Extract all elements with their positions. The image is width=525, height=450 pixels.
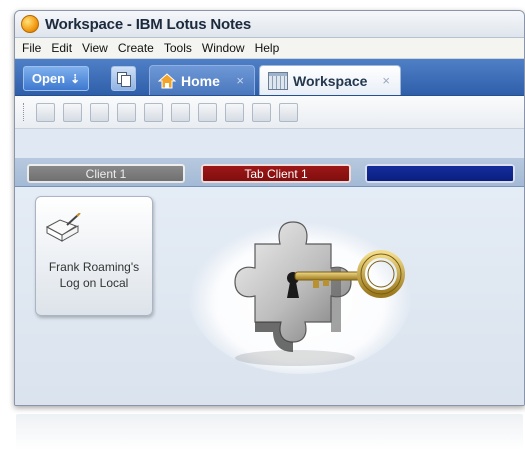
open-book-icon [44, 212, 84, 248]
menu-view[interactable]: View [79, 41, 115, 55]
workspace-tabs: Client 1 Tab Client 1 [15, 158, 524, 187]
lotus-notes-icon [21, 15, 39, 33]
database-title: Frank Roaming's Log on Local [38, 259, 150, 291]
contacts-icon[interactable] [90, 102, 109, 122]
refresh-icon[interactable] [279, 102, 298, 122]
new-memo-icon[interactable] [36, 102, 55, 122]
tab-workspace[interactable]: Workspace × [259, 65, 401, 95]
bookmark-icon[interactable] [252, 102, 271, 122]
home-toolbar-icon[interactable] [144, 102, 163, 122]
tab-workspace-label: Workspace [293, 72, 368, 89]
replication-icon[interactable] [171, 102, 190, 122]
calendar-icon[interactable] [63, 102, 82, 122]
open-button-label: Open [31, 71, 66, 86]
workspace-tab-client-1[interactable]: Client 1 [27, 164, 185, 183]
window-title: Workspace - IBM Lotus Notes [45, 15, 252, 33]
puzzle-key-icon [185, 186, 425, 381]
title-bar[interactable]: Workspace - IBM Lotus Notes [15, 11, 524, 38]
search-icon[interactable] [198, 102, 217, 122]
app-window: Workspace - IBM Lotus Notes File Edit Vi… [14, 10, 525, 406]
database-title-line-2: Log on Local [59, 276, 129, 290]
toolbar [15, 96, 524, 129]
menu-window[interactable]: Window [199, 41, 252, 55]
database-tile[interactable]: Frank Roaming's Log on Local [35, 196, 153, 316]
windows-list-icon[interactable] [111, 66, 136, 91]
menu-bar: File Edit View Create Tools Window Help [15, 38, 524, 59]
window-tab-strip: Open ⇣ Home × Workspace × [15, 59, 524, 96]
menu-help[interactable]: Help [252, 41, 287, 55]
tab-home[interactable]: Home × [149, 65, 255, 95]
open-button[interactable]: Open ⇣ [23, 66, 89, 91]
arrow-down-icon: ⇣ [70, 71, 81, 86]
menu-file[interactable]: File [19, 41, 48, 55]
menu-create[interactable]: Create [115, 41, 161, 55]
tab-home-label: Home [181, 72, 220, 89]
window-reflection [16, 414, 523, 450]
workspace-grid-icon [268, 71, 288, 90]
workspace-area: Client 1 Tab Client 1 Frank Roaming's Lo… [15, 158, 524, 405]
database-icon[interactable] [225, 102, 244, 122]
menu-edit[interactable]: Edit [48, 41, 79, 55]
tasks-icon[interactable] [117, 102, 136, 122]
close-icon[interactable]: × [236, 73, 244, 88]
database-title-line-1: Frank Roaming's [48, 260, 140, 274]
menu-tools[interactable]: Tools [161, 41, 199, 55]
close-icon[interactable]: × [382, 73, 390, 88]
house-icon [157, 72, 177, 90]
workspace-tab-tab-client-1[interactable]: Tab Client 1 [201, 164, 351, 183]
workspace-tab-blank[interactable] [365, 164, 515, 183]
toolbar-grip[interactable] [23, 103, 26, 121]
